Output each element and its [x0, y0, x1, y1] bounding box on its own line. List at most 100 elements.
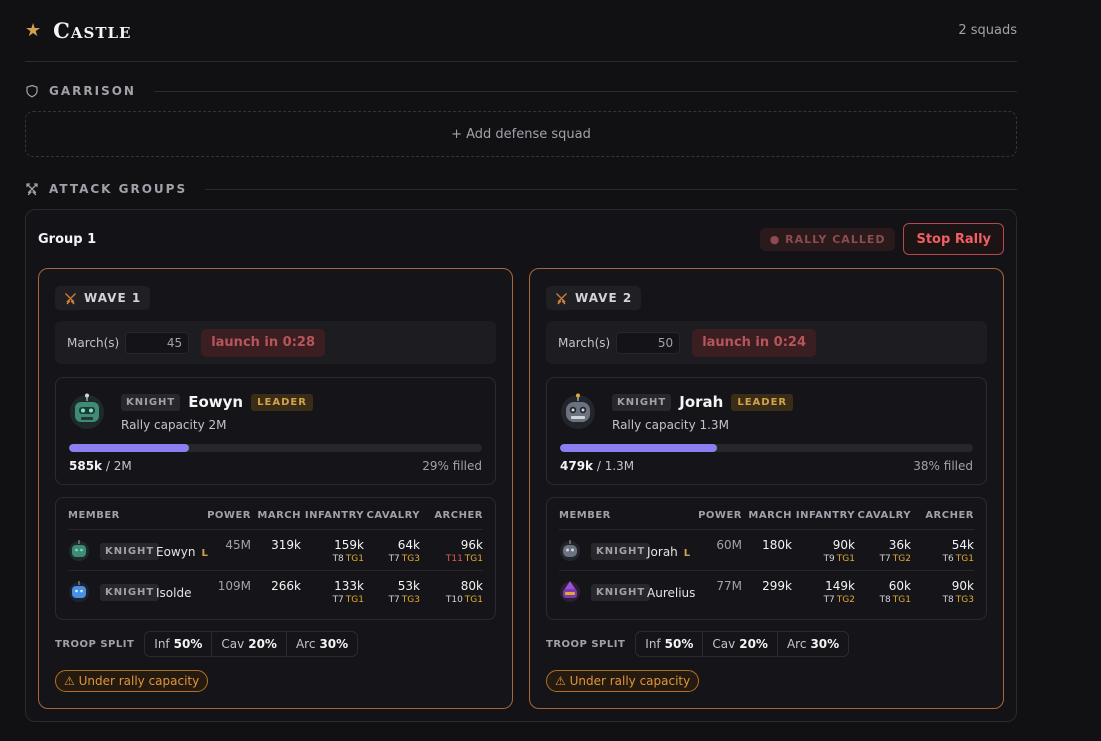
troop-split-label: TROOP SPLIT [55, 638, 135, 650]
split-cav-value: 20% [739, 637, 768, 651]
robot-avatar-icon [68, 392, 106, 430]
wave-tag: WAVE 2 [546, 286, 642, 310]
tg-level: TG1 [836, 554, 855, 564]
col-march: MARCH [748, 510, 792, 521]
filled-value: 585k [69, 459, 103, 473]
table-row[interactable]: KNIGHT Eowyn L 45M 319k 159k T8 TG1 64k T7… [68, 530, 483, 570]
wave-label: WAVE 1 [84, 291, 142, 305]
tier: T7 [823, 595, 835, 605]
member-archer: 80k [460, 579, 483, 593]
garrison-section-header: GARRISON [25, 81, 1017, 101]
member-name: Eowyn L [156, 545, 208, 559]
member-name: Isolde [156, 586, 191, 600]
class-chip: KNIGHT [591, 543, 651, 560]
member-name-text: Jorah [647, 545, 678, 559]
table-row[interactable]: KNIGHT Aurelius 77M 299k 149k T7 TG2 60k … [559, 571, 974, 611]
member-cavalry: 60k [888, 579, 911, 593]
col-member: MEMBER [68, 510, 120, 521]
leader-row: KNIGHT Eowyn LEADER [121, 393, 313, 411]
cavalry-tier: T7 TG2 [880, 554, 911, 564]
troop-split-label: TROOP SPLIT [546, 638, 626, 650]
member-archer: 54k [951, 538, 974, 552]
col-cavalry: CAVALRY [857, 510, 911, 521]
wave-card: WAVE 2 March(s) launch in 0:24 KNIGHT Jo… [529, 268, 1004, 709]
member-name: Aurelius [647, 586, 695, 600]
leader-badge: LEADER [251, 393, 313, 411]
tier: T7 [332, 595, 344, 605]
class-chip: KNIGHT [612, 393, 672, 411]
rally-filled-amount: 479k / 1.3M [560, 459, 634, 473]
split-archer[interactable]: Arc 30% [285, 632, 357, 656]
col-march: MARCH [257, 510, 301, 521]
wave-card: WAVE 1 March(s) launch in 0:28 KNIGHT Eo… [38, 268, 513, 709]
robot-avatar-icon [559, 392, 597, 430]
infantry-tier: T8 TG1 [333, 554, 364, 564]
tg-level: TG3 [401, 595, 420, 605]
class-chip: KNIGHT [100, 543, 160, 560]
split-inf-value: 50% [664, 637, 694, 651]
col-infantry: INFANTRY [795, 510, 855, 521]
launch-countdown: launch in 0:24 [692, 328, 816, 357]
tier: T8 [942, 595, 954, 605]
tier: T11 [445, 554, 463, 564]
split-inf-label: Inf [154, 637, 170, 651]
split-infantry[interactable]: Inf 50% [145, 632, 211, 656]
attack-group-card: Group 1 ● RALLY CALLED Stop Rally WAVE 1… [25, 209, 1017, 722]
add-defense-squad-button[interactable]: + Add defense squad [25, 111, 1017, 157]
leader-name: Eowyn [188, 393, 244, 411]
wave-label: WAVE 2 [575, 291, 633, 305]
table-header: MEMBER POWER MARCH INFANTRY CAVALRY ARCH… [559, 510, 974, 524]
split-cav-label: Cav [221, 637, 245, 651]
col-power: POWER [207, 510, 251, 521]
march-bar: March(s) launch in 0:24 [546, 321, 987, 364]
rally-capacity: Rally capacity 1.3M [612, 418, 729, 432]
march-seconds-input[interactable] [125, 331, 190, 354]
member-march: 180k [762, 538, 792, 552]
shield-icon [25, 84, 39, 98]
tier: T6 [942, 554, 954, 564]
leader-name: Jorah [679, 393, 724, 411]
divider [153, 90, 1017, 92]
split-cavalry[interactable]: Cav 20% [211, 632, 286, 656]
troop-split-box: Inf 50% Cav 20% Arc 30% [635, 631, 850, 657]
leader-card: KNIGHT Jorah LEADER Rally capacity 1.3M … [546, 377, 987, 485]
member-name-text: Isolde [156, 586, 192, 600]
split-infantry[interactable]: Inf 50% [636, 632, 702, 656]
march-seconds-input[interactable] [616, 331, 681, 354]
member-power: 109M [217, 579, 251, 593]
crossed-swords-icon [25, 182, 39, 196]
member-name-text: Aurelius [647, 586, 696, 600]
member-name-text: Eowyn [156, 545, 196, 559]
stop-rally-button[interactable]: Stop Rally [903, 223, 1004, 255]
class-chip: KNIGHT [100, 584, 160, 601]
infantry-tier: T7 TG2 [824, 595, 855, 605]
progress-fill [69, 444, 189, 452]
march-bar: March(s) launch in 0:28 [55, 321, 496, 364]
troop-split: TROOP SPLIT Inf 50% Cav 20% Arc 30% [546, 631, 850, 657]
tier: T9 [823, 554, 835, 564]
tier: T10 [445, 595, 463, 605]
col-archer: ARCHER [434, 510, 483, 521]
tier: T8 [879, 595, 891, 605]
leader-mark: L [201, 548, 208, 559]
troop-split: TROOP SPLIT Inf 50% Cav 20% Arc 30% [55, 631, 359, 657]
split-archer[interactable]: Arc 30% [776, 632, 848, 656]
title-wrap: ★ Castle [25, 18, 131, 43]
member-table: MEMBER POWER MARCH INFANTRY CAVALRY ARCH… [55, 497, 496, 620]
col-cavalry: CAVALRY [366, 510, 420, 521]
table-header: MEMBER POWER MARCH INFANTRY CAVALRY ARCH… [68, 510, 483, 524]
split-cavalry[interactable]: Cav 20% [702, 632, 777, 656]
member-power: 77M [716, 579, 742, 593]
member-power: 45M [225, 538, 251, 552]
member-infantry: 133k [334, 579, 364, 593]
cavalry-tier: T8 TG1 [880, 595, 911, 605]
rally-filled-amount: 585k / 2M [69, 459, 132, 473]
leader-row: KNIGHT Jorah LEADER [612, 393, 794, 411]
member-cavalry: 36k [888, 538, 911, 552]
table-row[interactable]: KNIGHT Isolde 109M 266k 133k T7 TG1 53k T… [68, 571, 483, 611]
filled-value: 479k [560, 459, 594, 473]
march-label: March(s) [558, 335, 611, 350]
page-title: Castle [53, 18, 132, 43]
table-row[interactable]: KNIGHT Jorah L 60M 180k 90k T9 TG1 36k T7 T… [559, 530, 974, 570]
member-table: MEMBER POWER MARCH INFANTRY CAVALRY ARCH… [546, 497, 987, 620]
